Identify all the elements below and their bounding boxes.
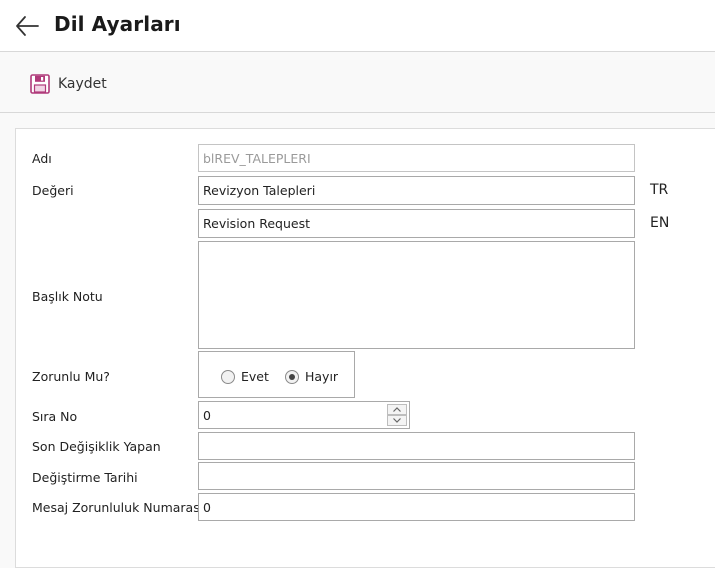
value-en-field[interactable]: Revision Request: [198, 209, 635, 238]
order-no-value: 0: [203, 407, 211, 423]
message-required-no-label: Mesaj Zorunluluk Numarası: [32, 500, 204, 515]
arrow-left-icon[interactable]: [14, 13, 40, 39]
radio-hayir[interactable]: Hayır: [285, 369, 338, 384]
chevron-up-icon: [393, 407, 401, 412]
toolbar: Kaydet: [0, 53, 715, 113]
value-label: Değeri: [32, 183, 74, 198]
stepper-buttons: [387, 404, 407, 426]
modified-date-field[interactable]: [198, 462, 635, 490]
title-note-textarea[interactable]: [198, 241, 635, 349]
radio-evet-label: Evet: [241, 369, 269, 384]
required-label: Zorunlu Mu?: [32, 369, 110, 384]
last-modified-by-label: Son Değişiklik Yapan: [32, 439, 161, 454]
name-field: blREV_TALEPLERI: [198, 144, 635, 172]
save-button[interactable]: Kaydet: [30, 72, 107, 96]
radio-evet[interactable]: Evet: [221, 369, 269, 384]
title-note-label: Başlık Notu: [32, 289, 103, 304]
stepper-down-button[interactable]: [387, 415, 407, 426]
radio-unchecked-icon: [221, 369, 235, 384]
required-radio-group: Evet Hayır: [198, 351, 355, 398]
stepper-up-button[interactable]: [387, 404, 407, 415]
chevron-down-icon: [393, 418, 401, 423]
order-no-stepper[interactable]: 0: [198, 401, 410, 429]
lang-en-label: EN: [650, 215, 670, 231]
modified-date-label: Değiştirme Tarihi: [32, 470, 138, 485]
name-label: Adı: [32, 151, 52, 166]
radio-hayir-label: Hayır: [305, 369, 339, 384]
save-label: Kaydet: [58, 76, 107, 92]
page-title: Dil Ayarları: [54, 12, 181, 36]
floppy-disk-icon: [30, 74, 50, 94]
value-tr-field[interactable]: Revizyon Talepleri: [198, 176, 635, 205]
radio-checked-icon: [285, 369, 299, 384]
lang-tr-label: TR: [650, 182, 669, 198]
order-no-label: Sıra No: [32, 409, 78, 424]
page-header: Dil Ayarları: [0, 0, 715, 52]
message-required-no-field[interactable]: 0: [198, 493, 635, 521]
last-modified-by-field[interactable]: [198, 432, 635, 460]
